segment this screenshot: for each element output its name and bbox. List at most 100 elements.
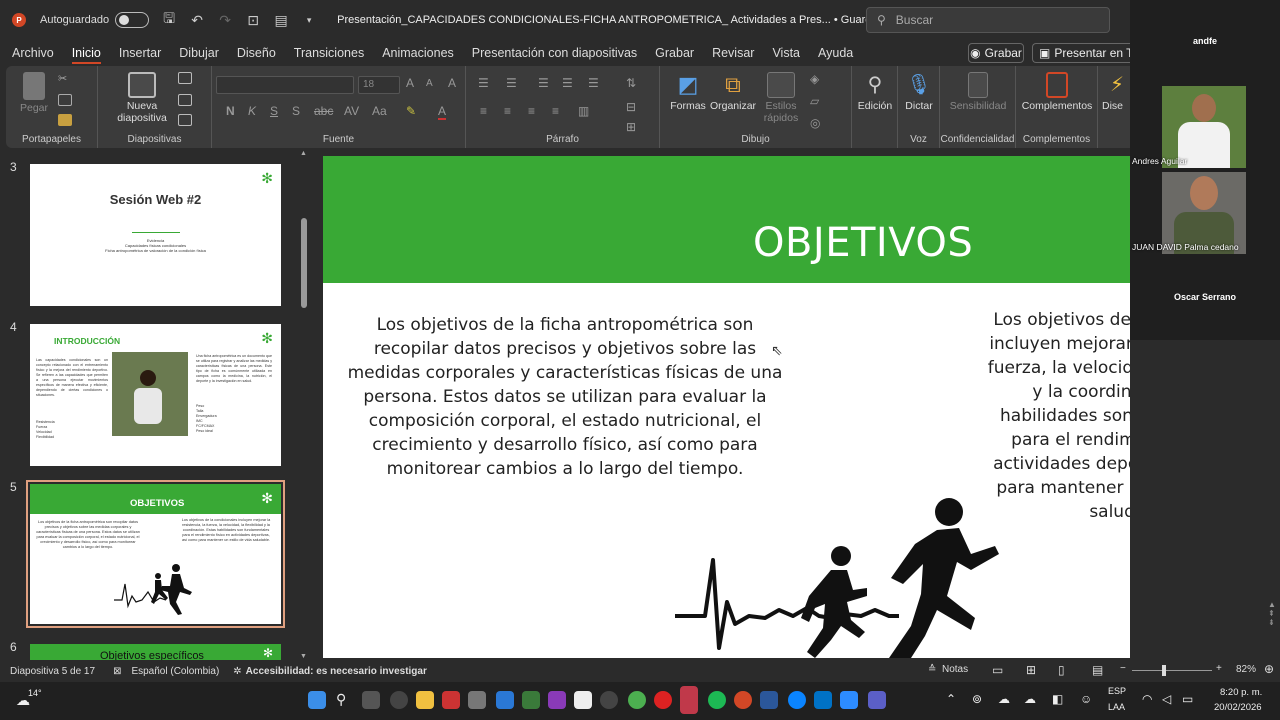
- customize-toolbar-icon[interactable]: ▾: [301, 15, 317, 26]
- edge-icon[interactable]: [788, 691, 806, 709]
- tray-icon[interactable]: ⊚: [972, 692, 982, 706]
- vscode-icon[interactable]: [496, 691, 514, 709]
- present-from-start-icon[interactable]: ⊡: [245, 12, 261, 29]
- file-explorer-icon[interactable]: [416, 691, 434, 709]
- task-view-icon[interactable]: [362, 691, 380, 709]
- objectives-right-textbox[interactable]: Los objetivos de la condicionales incluy…: [983, 308, 1130, 524]
- shrink-font-icon[interactable]: A: [426, 78, 433, 89]
- wifi-icon[interactable]: ◠: [1142, 692, 1152, 706]
- tab-archivo[interactable]: Archivo: [6, 40, 60, 66]
- decrease-indent-icon[interactable]: ☰: [538, 76, 549, 90]
- change-case-icon[interactable]: Aa: [372, 104, 387, 118]
- tray-icon[interactable]: ☺: [1080, 692, 1092, 706]
- fill-icon[interactable]: ◈: [810, 72, 819, 86]
- autosave-toggle[interactable]: [115, 12, 150, 28]
- participant-tile[interactable]: JUAN DAVID Palma cedano: [1130, 170, 1280, 256]
- italic-icon[interactable]: K: [248, 104, 256, 118]
- tab-transiciones[interactable]: Transiciones: [288, 40, 370, 66]
- cloud-icon[interactable]: ☁: [998, 692, 1010, 706]
- slide-thumbnail-3[interactable]: ✻ Sesión Web #2 Evidencia Capacidades fí…: [30, 164, 281, 306]
- align-left-icon[interactable]: ≡: [480, 104, 487, 118]
- slide-sorter-icon[interactable]: ⊞: [1026, 663, 1036, 677]
- bullets-icon[interactable]: ☰: [478, 76, 489, 90]
- numbering-icon[interactable]: ☰: [506, 76, 517, 90]
- cut-icon[interactable]: ✂: [58, 72, 72, 85]
- new-slide-button[interactable]: Nueva diapositiva: [110, 72, 174, 124]
- chrome-icon[interactable]: [628, 691, 646, 709]
- tab-ayuda[interactable]: Ayuda: [812, 40, 859, 66]
- accessibility-icon[interactable]: ✲: [233, 666, 241, 677]
- weather-temperature[interactable]: 14°: [28, 688, 42, 698]
- windows-start-icon[interactable]: [308, 691, 326, 709]
- copy-icon[interactable]: [58, 94, 72, 106]
- dictate-button[interactable]: 🎙 Dictar: [900, 72, 938, 112]
- font-size-select[interactable]: 18: [358, 76, 400, 94]
- shadow-icon[interactable]: S: [292, 104, 300, 118]
- app-icon[interactable]: [680, 686, 698, 714]
- strikethrough-icon[interactable]: abc: [314, 104, 333, 118]
- input-language-2[interactable]: LAA: [1108, 702, 1125, 712]
- justify-icon[interactable]: ≡: [552, 104, 559, 118]
- char-spacing-icon[interactable]: AV: [344, 104, 359, 118]
- tab-diseno[interactable]: Diseño: [231, 40, 282, 66]
- format-painter-icon[interactable]: [58, 114, 72, 126]
- battery-icon[interactable]: ▭: [1182, 692, 1193, 706]
- paste-button[interactable]: Pegar: [14, 72, 54, 114]
- slide-thumbnail-6[interactable]: Objetivos específicos ✻: [30, 644, 281, 660]
- align-right-icon[interactable]: ≡: [528, 104, 535, 118]
- font-color-icon[interactable]: A: [438, 104, 447, 120]
- tab-revisar[interactable]: Revisar: [706, 40, 760, 66]
- text-direction-icon[interactable]: ⇅: [626, 76, 636, 90]
- zoom-icon[interactable]: [840, 691, 858, 709]
- volume-icon[interactable]: ◁: [1162, 692, 1171, 706]
- quick-styles-button[interactable]: Estilos rápidos: [760, 72, 802, 124]
- app-icon[interactable]: [442, 691, 460, 709]
- app-icon[interactable]: [522, 691, 540, 709]
- document-title[interactable]: Presentación_CAPACIDADES CONDICIONALES-F…: [337, 14, 948, 26]
- align-center-icon[interactable]: ≡: [504, 104, 511, 118]
- search-icon[interactable]: ⚲: [336, 691, 354, 709]
- underline-icon[interactable]: S: [270, 104, 278, 118]
- app-icon[interactable]: [468, 691, 486, 709]
- clock-date[interactable]: 20/02/2026: [1214, 702, 1262, 713]
- scrollbar-thumb[interactable]: [301, 218, 307, 308]
- reading-view-icon[interactable]: ▯: [1058, 663, 1065, 677]
- zoom-in-icon[interactable]: +: [1216, 663, 1222, 674]
- scroll-down-icon[interactable]: ▼: [300, 653, 307, 660]
- slide-thumbnail-4[interactable]: ✻ INTRODUCCIÓN Las capacidades condicion…: [30, 324, 281, 466]
- zoom-slider[interactable]: [1132, 665, 1212, 676]
- teams-icon[interactable]: [868, 691, 886, 709]
- undo-icon[interactable]: ↶: [189, 12, 205, 29]
- save-icon[interactable]: 🖫: [161, 8, 177, 32]
- prev-slide-icon[interactable]: ⇞: [1268, 609, 1278, 618]
- spotify-icon[interactable]: [708, 691, 726, 709]
- sensitivity-button[interactable]: Sensibilidad: [944, 72, 1012, 112]
- powerpoint-icon[interactable]: [734, 691, 752, 709]
- slideshow-icon[interactable]: ▤: [1092, 663, 1103, 677]
- opera-icon[interactable]: [654, 691, 672, 709]
- tab-grabar[interactable]: Grabar: [649, 40, 700, 66]
- participant-tile[interactable]: Oscar Serrano: [1130, 256, 1280, 340]
- addins-button[interactable]: Complementos: [1020, 72, 1094, 112]
- reset-icon[interactable]: [178, 94, 192, 106]
- search-input[interactable]: ⚲ Buscar: [866, 7, 1110, 33]
- layout-icon[interactable]: ▤: [273, 12, 289, 29]
- clock-time[interactable]: 8:20 p. m.: [1220, 687, 1262, 698]
- font-family-select[interactable]: [216, 76, 354, 94]
- zoom-slider-thumb[interactable]: [1162, 665, 1166, 676]
- grow-font-icon[interactable]: A: [406, 76, 414, 90]
- app-icon[interactable]: [574, 691, 592, 709]
- tab-animaciones[interactable]: Animaciones: [376, 40, 460, 66]
- thumbnail-scrollbar[interactable]: ▲ ▼: [300, 150, 308, 660]
- next-slide-icon[interactable]: ⇟: [1268, 618, 1278, 627]
- tab-dibujar[interactable]: Dibujar: [173, 40, 225, 66]
- redo-icon[interactable]: ↷: [217, 12, 233, 29]
- participant-tile[interactable]: andfe: [1130, 0, 1280, 84]
- input-language-1[interactable]: ESP: [1108, 686, 1126, 696]
- app-icon[interactable]: [548, 691, 566, 709]
- outlook-icon[interactable]: [814, 691, 832, 709]
- tab-presentacion[interactable]: Presentación con diapositivas: [466, 40, 643, 66]
- designer-button[interactable]: ⚡ Dise: [1102, 72, 1130, 112]
- accessibility-status[interactable]: Accesibilidad: es necesario investigar: [246, 666, 427, 677]
- editor-vertical-scrollbar[interactable]: ▲ ⇞ ⇟: [1268, 600, 1278, 660]
